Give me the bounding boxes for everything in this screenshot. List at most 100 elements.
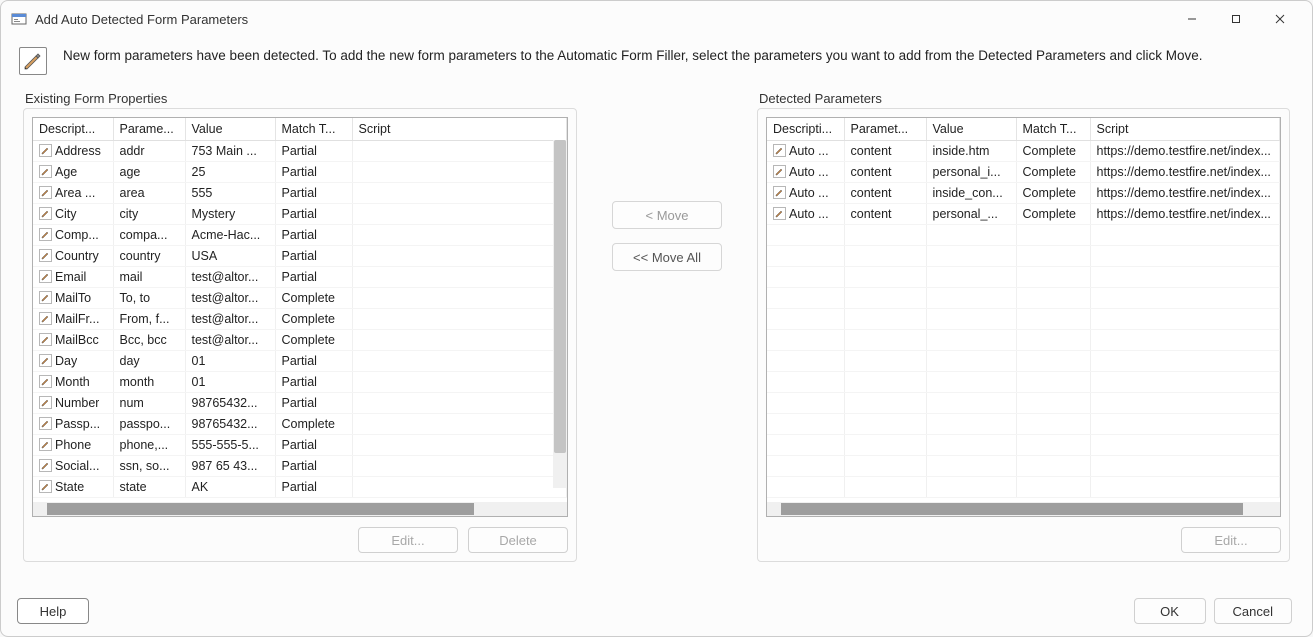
table-row[interactable]	[767, 350, 1280, 371]
table-row[interactable]: Auto ...contentpersonal_i...Completehttp…	[767, 161, 1280, 182]
left-panel-title: Existing Form Properties	[23, 91, 577, 106]
cell-value: test@altor...	[185, 308, 275, 329]
horizontal-scrollbar[interactable]	[767, 502, 1280, 516]
table-row[interactable]: CountrycountryUSAPartial	[33, 245, 567, 266]
dialog-window: Add Auto Detected Form Parameters New fo…	[0, 0, 1313, 637]
col-parameter[interactable]: Paramet...	[844, 118, 926, 140]
table-row[interactable]: Numbernum98765432...Partial	[33, 392, 567, 413]
table-row[interactable]	[767, 392, 1280, 413]
cell-parameter: addr	[113, 140, 185, 161]
col-value[interactable]: Value	[185, 118, 275, 140]
app-icon	[11, 11, 27, 27]
table-row[interactable]: MailToTo, totest@altor...Complete	[33, 287, 567, 308]
cell-parameter: content	[844, 161, 926, 182]
table-row[interactable]: CitycityMysteryPartial	[33, 203, 567, 224]
maximize-button[interactable]	[1214, 5, 1258, 33]
table-row[interactable]	[767, 287, 1280, 308]
edit-row-icon	[39, 144, 52, 157]
cell-script	[352, 224, 567, 245]
col-script[interactable]: Script	[352, 118, 567, 140]
cell-description: Auto ...	[789, 165, 829, 179]
edit-button[interactable]: Edit...	[358, 527, 458, 553]
move-button[interactable]: < Move	[612, 201, 722, 229]
cell-matchtype: Complete	[275, 329, 352, 350]
horizontal-scrollbar[interactable]	[33, 502, 567, 516]
cell-matchtype: Complete	[275, 308, 352, 329]
edit-button[interactable]: Edit...	[1181, 527, 1281, 553]
col-matchtype[interactable]: Match T...	[275, 118, 352, 140]
col-value[interactable]: Value	[926, 118, 1016, 140]
table-row[interactable]	[767, 266, 1280, 287]
cell-value: personal_i...	[926, 161, 1016, 182]
table-row[interactable]: Addressaddr753 Main ...Partial	[33, 140, 567, 161]
table-row[interactable]: Auto ...contentpersonal_...Completehttps…	[767, 203, 1280, 224]
cell-description: MailBcc	[55, 333, 99, 347]
instruction-text: New form parameters have been detected. …	[63, 47, 1203, 66]
close-button[interactable]	[1258, 5, 1302, 33]
table-row[interactable]	[767, 308, 1280, 329]
table-row[interactable]: Auto ...contentinside.htmCompletehttps:/…	[767, 140, 1280, 161]
edit-row-icon	[39, 165, 52, 178]
table-row[interactable]: Comp...compa...Acme-Hac...Partial	[33, 224, 567, 245]
detected-table[interactable]: Descripti... Paramet... Value Match T...…	[766, 117, 1281, 517]
table-row[interactable]: Emailmailtest@altor...Partial	[33, 266, 567, 287]
cell-matchtype: Partial	[275, 350, 352, 371]
cell-value: 01	[185, 350, 275, 371]
col-script[interactable]: Script	[1090, 118, 1280, 140]
table-row[interactable]	[767, 245, 1280, 266]
table-row[interactable]	[767, 434, 1280, 455]
cell-description: Month	[55, 375, 90, 389]
existing-table[interactable]: Descript... Parame... Value Match T... S…	[32, 117, 568, 517]
cell-matchtype: Partial	[275, 203, 352, 224]
edit-row-icon	[39, 249, 52, 262]
cell-script	[352, 371, 567, 392]
cell-script	[352, 434, 567, 455]
table-row[interactable]: Phonephone,...555-555-5...Partial	[33, 434, 567, 455]
cell-value: inside_con...	[926, 182, 1016, 203]
cell-parameter: Bcc, bcc	[113, 329, 185, 350]
edit-row-icon	[39, 354, 52, 367]
delete-button[interactable]: Delete	[468, 527, 568, 553]
table-row[interactable]: Dayday01Partial	[33, 350, 567, 371]
vertical-scrollbar[interactable]	[553, 140, 567, 488]
cell-script: https://demo.testfire.net/index...	[1090, 203, 1280, 224]
table-row[interactable]	[767, 329, 1280, 350]
edit-row-icon	[39, 459, 52, 472]
table-row[interactable]: Ageage25Partial	[33, 161, 567, 182]
cell-description: MailFr...	[55, 312, 99, 326]
cancel-button[interactable]: Cancel	[1214, 598, 1292, 624]
existing-form-properties-panel: Existing Form Properties Descript... Par…	[23, 91, 577, 582]
move-all-button[interactable]: << Move All	[612, 243, 722, 271]
col-description[interactable]: Descript...	[33, 118, 113, 140]
table-row[interactable]: Monthmonth01Partial	[33, 371, 567, 392]
col-matchtype[interactable]: Match T...	[1016, 118, 1090, 140]
cell-matchtype: Partial	[275, 266, 352, 287]
table-row[interactable]	[767, 413, 1280, 434]
col-parameter[interactable]: Parame...	[113, 118, 185, 140]
table-row[interactable]	[767, 371, 1280, 392]
left-panel-buttons: Edit... Delete	[32, 527, 568, 553]
cell-description: Email	[55, 270, 86, 284]
table-row[interactable]: Auto ...contentinside_con...Completehttp…	[767, 182, 1280, 203]
table-row[interactable]: Social...ssn, so...987 65 43...Partial	[33, 455, 567, 476]
edit-row-icon	[39, 270, 52, 283]
table-row[interactable]: MailFr...From, f...test@altor...Complete	[33, 308, 567, 329]
help-button[interactable]: Help	[17, 598, 89, 624]
cell-description: Area ...	[55, 186, 95, 200]
cell-matchtype: Partial	[275, 392, 352, 413]
edit-row-icon	[39, 438, 52, 451]
table-row[interactable]: Area ...area555Partial	[33, 182, 567, 203]
table-row[interactable]	[767, 224, 1280, 245]
cell-value: 987 65 43...	[185, 455, 275, 476]
table-row[interactable]: Passp...passpo...98765432...Complete	[33, 413, 567, 434]
edit-row-icon	[39, 186, 52, 199]
table-row[interactable]	[767, 476, 1280, 497]
table-row[interactable]	[767, 455, 1280, 476]
minimize-button[interactable]	[1170, 5, 1214, 33]
cell-value: test@altor...	[185, 287, 275, 308]
ok-button[interactable]: OK	[1134, 598, 1206, 624]
center-buttons: < Move << Move All	[587, 91, 747, 582]
table-row[interactable]: MailBccBcc, bcctest@altor...Complete	[33, 329, 567, 350]
col-description[interactable]: Descripti...	[767, 118, 844, 140]
table-row[interactable]: StatestateAKPartial	[33, 476, 567, 497]
